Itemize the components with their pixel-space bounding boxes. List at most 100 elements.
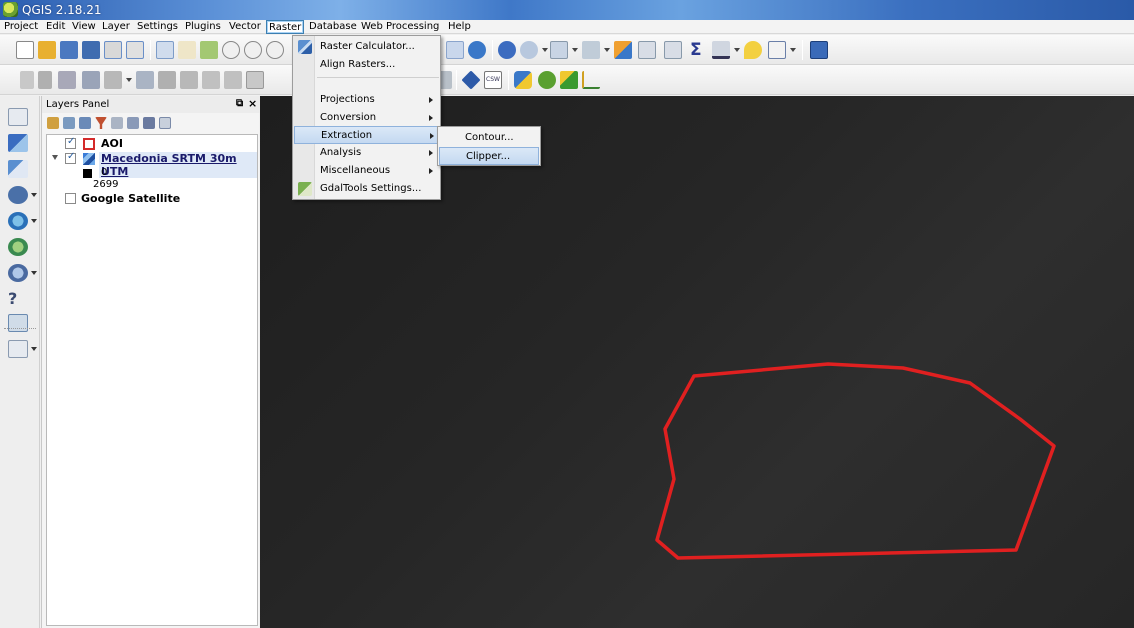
dropdown-arrow-icon[interactable] <box>790 48 796 52</box>
statistics-icon[interactable] <box>638 41 656 59</box>
layer-visibility-checkbox[interactable] <box>65 136 76 149</box>
new-project-icon[interactable] <box>16 41 34 59</box>
menu-processing[interactable]: Processing <box>384 20 441 34</box>
zoom-out-icon[interactable] <box>244 41 262 59</box>
pan-to-selection-icon[interactable] <box>200 41 218 59</box>
menu-edit[interactable]: Edit <box>44 20 67 34</box>
refresh-icon[interactable] <box>468 41 486 59</box>
measure-icon[interactable] <box>550 41 568 59</box>
menu-project[interactable]: Project <box>2 20 40 34</box>
current-edits-icon[interactable] <box>20 71 34 89</box>
composer-manager-icon[interactable] <box>126 41 144 59</box>
scale-bar-icon[interactable] <box>712 41 730 59</box>
dropdown-arrow-icon[interactable] <box>604 48 610 52</box>
node-tool-icon[interactable] <box>136 71 154 89</box>
toggle-editing-icon[interactable] <box>38 71 52 89</box>
add-vector-layer-icon[interactable] <box>8 108 28 126</box>
attribute-table-icon[interactable] <box>614 41 632 59</box>
zoom-in-icon[interactable] <box>222 41 240 59</box>
layer-visibility-checkbox[interactable] <box>65 151 76 164</box>
expand-all-icon[interactable] <box>127 117 139 129</box>
profile-tool-icon[interactable] <box>582 71 600 89</box>
highlight-icon[interactable] <box>582 41 600 59</box>
touch-zoom-icon[interactable] <box>156 41 174 59</box>
dropdown-arrow-icon[interactable] <box>31 219 37 223</box>
new-print-composer-icon[interactable] <box>104 41 122 59</box>
layer-row-aoi[interactable]: AOI <box>47 136 257 151</box>
zoom-last-icon[interactable] <box>446 41 464 59</box>
table-icon[interactable] <box>664 41 682 59</box>
menu-web[interactable]: Web <box>359 20 385 34</box>
zoom-full-icon[interactable] <box>266 41 284 59</box>
menu-item-miscellaneous[interactable]: Miscellaneous <box>294 162 440 180</box>
save-edits-icon[interactable] <box>58 71 76 89</box>
sum-icon[interactable]: Σ <box>690 41 708 59</box>
dropdown-arrow-icon[interactable] <box>542 48 548 52</box>
remove-layer-icon[interactable] <box>159 117 171 129</box>
cut-features-icon[interactable] <box>202 71 220 89</box>
layer-row-macedonia-srtm[interactable]: Macedonia SRTM 30m UTM <box>47 151 257 178</box>
new-shapefile-layer-icon[interactable] <box>8 340 28 358</box>
add-feature-icon[interactable] <box>82 71 100 89</box>
menu-item-extraction[interactable]: Extraction <box>294 126 440 144</box>
menu-item-align-rasters[interactable]: Align Rasters... <box>294 56 440 74</box>
save-project-icon[interactable] <box>60 41 78 59</box>
dropdown-arrow-icon[interactable] <box>31 193 37 197</box>
menu-item-projections[interactable]: Projections <box>294 91 440 109</box>
menu-item-raster-calculator[interactable]: Raster Calculator... <box>294 38 440 56</box>
identify-icon[interactable] <box>498 41 516 59</box>
menu-plugins[interactable]: Plugins <box>183 20 223 34</box>
menu-raster[interactable]: Raster <box>266 20 305 34</box>
add-postgis-layer-icon[interactable] <box>8 186 28 204</box>
dropdown-arrow-icon[interactable] <box>734 48 740 52</box>
menu-item-contour[interactable]: Contour... <box>439 129 539 147</box>
dropdown-arrow-icon[interactable] <box>31 347 37 351</box>
float-icon[interactable]: ⧉ <box>236 98 243 109</box>
add-wcs-layer-icon[interactable] <box>8 238 28 256</box>
metasearch-icon[interactable] <box>461 70 481 90</box>
move-feature-icon[interactable] <box>104 71 122 89</box>
close-icon[interactable]: × <box>248 97 257 110</box>
add-spatialite-layer-icon[interactable] <box>8 160 28 178</box>
delete-selected-icon[interactable] <box>158 71 176 89</box>
filter-legend-icon[interactable] <box>95 117 107 129</box>
plugin-icon[interactable] <box>538 71 556 89</box>
menu-layer[interactable]: Layer <box>100 20 132 34</box>
tips-icon[interactable] <box>744 41 762 59</box>
add-delimited-text-icon[interactable]: ? <box>8 290 28 308</box>
add-group-icon[interactable] <box>63 117 75 129</box>
menu-item-clipper[interactable]: Clipper... <box>439 147 539 165</box>
menu-item-gdaltools-settings[interactable]: GdalTools Settings... <box>294 180 440 198</box>
add-raster-layer-icon[interactable] <box>8 134 28 152</box>
expand-arrow-icon[interactable] <box>52 155 58 160</box>
help-icon[interactable] <box>810 41 828 59</box>
trash-icon[interactable] <box>180 71 198 89</box>
layer-row-google-satellite[interactable]: Google Satellite <box>47 192 257 206</box>
manage-visibility-icon[interactable] <box>79 117 91 129</box>
paste-features-icon[interactable] <box>246 71 264 89</box>
menu-database[interactable]: Database <box>307 20 359 34</box>
dropdown-arrow-icon[interactable] <box>572 48 578 52</box>
collapse-all-icon[interactable] <box>143 117 155 129</box>
add-wms-layer-icon[interactable] <box>8 212 28 230</box>
dropdown-arrow-icon[interactable] <box>31 271 37 275</box>
toolbar-grip[interactable] <box>4 328 36 330</box>
menu-item-analysis[interactable]: Analysis <box>294 144 440 162</box>
csw-icon[interactable]: CSW <box>484 71 502 89</box>
layer-visibility-checkbox[interactable] <box>65 193 76 204</box>
menu-view[interactable]: View <box>70 20 98 34</box>
open-project-icon[interactable] <box>38 41 56 59</box>
dropdown-arrow-icon[interactable] <box>126 78 132 82</box>
aoi-polygon[interactable] <box>655 362 1056 560</box>
pan-icon[interactable] <box>178 41 196 59</box>
text-annotation-icon[interactable] <box>768 41 786 59</box>
menu-vector[interactable]: Vector <box>227 20 263 34</box>
menu-item-conversion[interactable]: Conversion <box>294 109 440 127</box>
add-wfs-layer-icon[interactable] <box>8 264 28 282</box>
copy-features-icon[interactable] <box>224 71 242 89</box>
georeferencer-icon[interactable] <box>560 71 578 89</box>
style-manager-icon[interactable] <box>47 117 59 129</box>
filter-expression-icon[interactable] <box>111 117 123 129</box>
menu-settings[interactable]: Settings <box>135 20 180 34</box>
menu-help[interactable]: Help <box>446 20 473 34</box>
